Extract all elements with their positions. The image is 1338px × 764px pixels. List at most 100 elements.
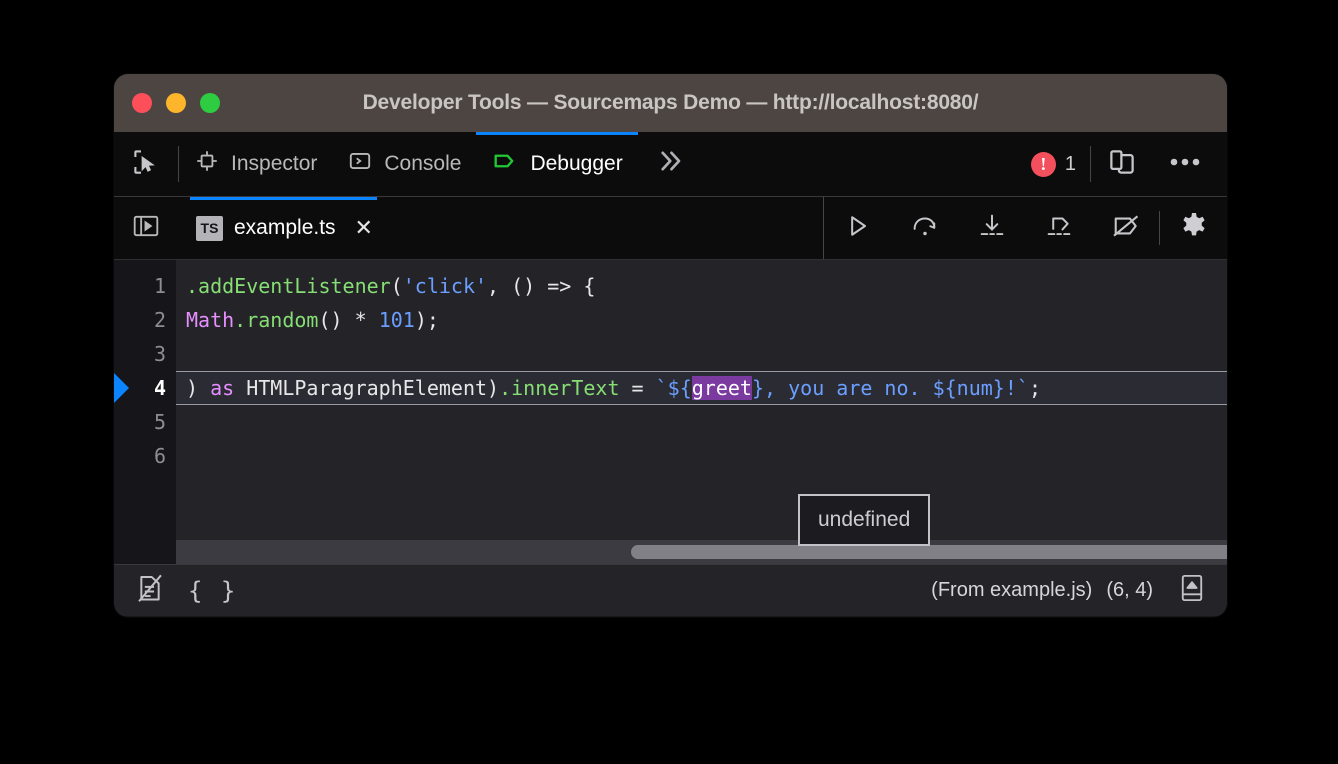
- tab-debugger-label: Debugger: [530, 152, 622, 176]
- code-line[interactable]: .addEventListener('click', () => {: [176, 269, 1227, 303]
- code-token: (: [391, 274, 403, 298]
- error-count-label: 1: [1065, 153, 1076, 176]
- inspector-icon: [194, 148, 220, 180]
- line-number[interactable]: 1: [114, 269, 176, 303]
- source-editor: 1 2 3 4 5 6 .addEventListener('click', () => …: [114, 260, 1227, 564]
- typescript-file-icon: TS: [196, 216, 223, 241]
- code-token: Math: [186, 308, 234, 332]
- tab-debugger[interactable]: Debugger: [476, 132, 637, 196]
- element-picker-icon: [131, 147, 161, 182]
- code-line-current[interactable]: ) as HTMLParagraphElement).innerText = `…: [176, 371, 1227, 405]
- pretty-print-label: { }: [188, 577, 237, 605]
- code-line[interactable]: Math.random() * 101);: [176, 303, 1227, 337]
- horizontal-scrollbar-thumb[interactable]: [631, 545, 1227, 559]
- devtools-toolbar: Inspector Console: [114, 132, 1227, 197]
- devtools-window: Developer Tools — Sourcemaps Demo — http…: [114, 74, 1227, 617]
- code-line[interactable]: [176, 337, 1227, 371]
- deactivate-breakpoints-icon: [1110, 212, 1142, 245]
- resume-button[interactable]: [824, 197, 891, 259]
- toolbar-overflow-button[interactable]: [638, 132, 696, 196]
- pretty-print-button[interactable]: { }: [176, 577, 249, 605]
- console-icon: [347, 148, 373, 180]
- devtools-more-menu-button[interactable]: [1153, 132, 1217, 196]
- tab-console-label: Console: [384, 152, 461, 176]
- code-token: 101: [379, 308, 415, 332]
- source-map-disabled-icon: [136, 573, 164, 608]
- horizontal-scrollbar[interactable]: [176, 540, 1227, 564]
- debugger-settings-button[interactable]: [1160, 197, 1227, 259]
- code-token: .random: [234, 308, 318, 332]
- step-in-button[interactable]: [958, 197, 1025, 259]
- line-number[interactable]: 3: [114, 337, 176, 371]
- code-token: as: [210, 376, 234, 400]
- code-line[interactable]: [176, 405, 1227, 439]
- minimize-window-button[interactable]: [166, 93, 186, 113]
- source-origin-label: (From example.js): [931, 579, 1092, 602]
- traffic-lights: [132, 93, 220, 113]
- code-token: ): [186, 376, 210, 400]
- screen: Developer Tools — Sourcemaps Demo — http…: [0, 0, 1338, 764]
- editor-status-bar: { } (From example.js) (6, 4): [114, 564, 1227, 616]
- code-token: [367, 308, 379, 332]
- tab-inspector-label: Inspector: [231, 152, 317, 176]
- line-number-label: 3: [154, 342, 166, 366]
- code-token: .addEventListener: [186, 274, 391, 298]
- code-token: 'click': [403, 274, 487, 298]
- tab-console[interactable]: Console: [332, 132, 476, 196]
- play-resume-icon: [844, 212, 872, 245]
- source-map-toggle-button[interactable]: [124, 573, 176, 608]
- window-titlebar: Developer Tools — Sourcemaps Demo — http…: [114, 74, 1227, 132]
- line-number-label: 5: [154, 410, 166, 434]
- line-number[interactable]: 6: [114, 439, 176, 473]
- split-console-button[interactable]: [1167, 573, 1217, 608]
- error-icon: !: [1031, 152, 1056, 177]
- element-picker-button[interactable]: [114, 132, 178, 196]
- cursor-position-label: (6, 4): [1106, 579, 1153, 602]
- step-in-icon: [977, 212, 1007, 245]
- code-token: HTMLParagraphElement): [234, 376, 499, 400]
- toggle-panes-button[interactable]: [114, 197, 178, 259]
- code-token: =: [620, 376, 656, 400]
- chevron-double-right-icon: [654, 146, 684, 182]
- code-token: }, you are no. ${num}!`: [752, 376, 1029, 400]
- code-token: (): [318, 308, 354, 332]
- variable-value-tooltip: undefined: [798, 494, 930, 546]
- code-token: *: [355, 308, 367, 332]
- line-number-label: 1: [154, 274, 166, 298]
- toggle-panes-icon: [132, 213, 160, 244]
- code-token: );: [415, 308, 439, 332]
- error-count-badge[interactable]: ! 1: [1017, 132, 1090, 196]
- step-over-button[interactable]: [891, 197, 958, 259]
- file-tab-label: example.ts: [234, 216, 336, 240]
- code-line[interactable]: [176, 439, 1227, 473]
- deactivate-breakpoints-button[interactable]: [1092, 197, 1159, 259]
- code-area[interactable]: .addEventListener('click', () => {Math.r…: [176, 260, 1227, 564]
- file-tab-example-ts[interactable]: TS example.ts ✕: [178, 197, 389, 259]
- line-number-label: 6: [154, 444, 166, 468]
- step-out-button[interactable]: [1025, 197, 1092, 259]
- line-number-gutter[interactable]: 1 2 3 4 5 6: [114, 260, 176, 564]
- debugger-tag-icon: [491, 147, 519, 181]
- line-number[interactable]: 5: [114, 405, 176, 439]
- close-window-button[interactable]: [132, 93, 152, 113]
- source-tab-row: TS example.ts ✕: [114, 197, 1227, 260]
- code-token: `${: [656, 376, 692, 400]
- responsive-design-mode-button[interactable]: [1091, 132, 1153, 196]
- line-number-label: 2: [154, 308, 166, 332]
- close-icon[interactable]: ✕: [355, 217, 373, 239]
- step-out-icon: [1044, 212, 1074, 245]
- meatball-menu-icon: [1169, 155, 1201, 173]
- code-token: ;: [1029, 376, 1041, 400]
- line-number-label: 4: [154, 376, 166, 400]
- zoom-window-button[interactable]: [200, 93, 220, 113]
- selected-token[interactable]: greet: [692, 376, 752, 400]
- gear-icon: [1179, 211, 1209, 246]
- responsive-design-mode-icon: [1107, 147, 1137, 182]
- line-number-current[interactable]: 4: [114, 371, 176, 405]
- split-console-icon: [1179, 573, 1205, 608]
- window-title: Developer Tools — Sourcemaps Demo — http…: [114, 91, 1227, 115]
- step-over-icon: [910, 212, 940, 245]
- code-token: .innerText: [499, 376, 619, 400]
- line-number[interactable]: 2: [114, 303, 176, 337]
- tab-inspector[interactable]: Inspector: [179, 132, 332, 196]
